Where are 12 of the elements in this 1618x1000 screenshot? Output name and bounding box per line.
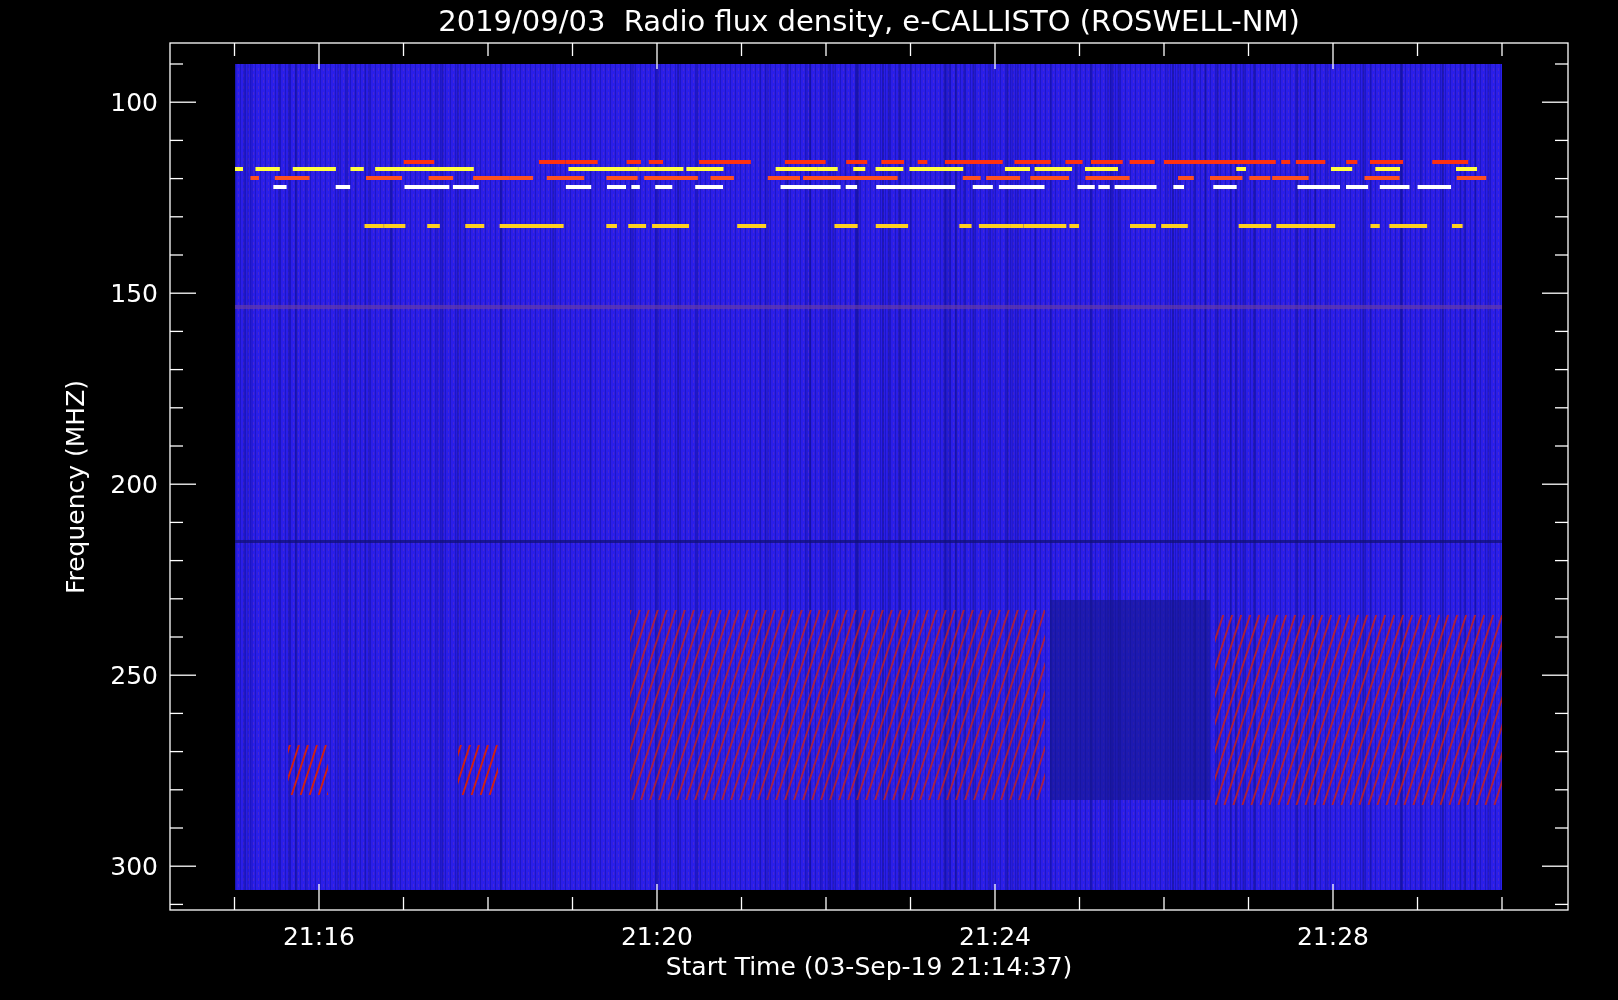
tick-label: 150 (110, 279, 158, 308)
tick-label: 200 (110, 470, 158, 499)
tick-label: 21:28 (1297, 922, 1369, 951)
tick-label: 21:20 (621, 922, 693, 951)
tick-label: 21:24 (959, 922, 1031, 951)
plot-title: 2019/09/03 Radio flux density, e-CALLISTO (ROSWELL-NM) (438, 4, 1300, 38)
tick-label: 100 (110, 88, 158, 117)
tick-label: 250 (110, 661, 158, 690)
axis-label: Start Time (03-Sep-19 21:14:37) (665, 952, 1073, 981)
tick-label: 300 (110, 852, 158, 881)
axis-label: Frequency (MHZ) (61, 379, 90, 595)
tick-label: 21:16 (283, 922, 355, 951)
